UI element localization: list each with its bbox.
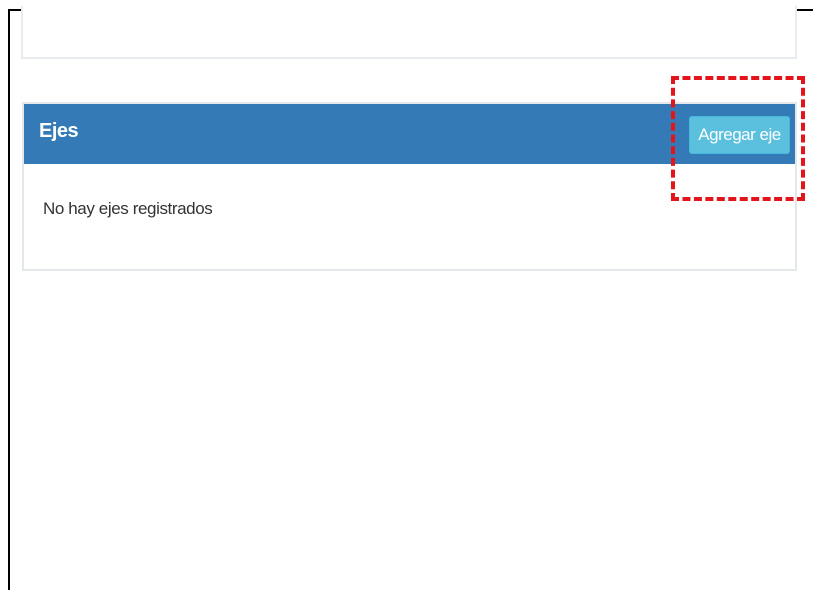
ejes-panel-title: Ejes bbox=[39, 120, 79, 142]
empty-list-message: No hay ejes registrados bbox=[43, 199, 213, 218]
add-eje-button[interactable]: Agregar eje bbox=[689, 116, 790, 154]
ejes-panel: Ejes Agregar eje No hay ejes registrados bbox=[22, 102, 797, 271]
screenshot-frame bbox=[8, 9, 813, 590]
previous-panel bbox=[21, 6, 797, 59]
ejes-panel-header: Ejes Agregar eje bbox=[24, 104, 795, 164]
